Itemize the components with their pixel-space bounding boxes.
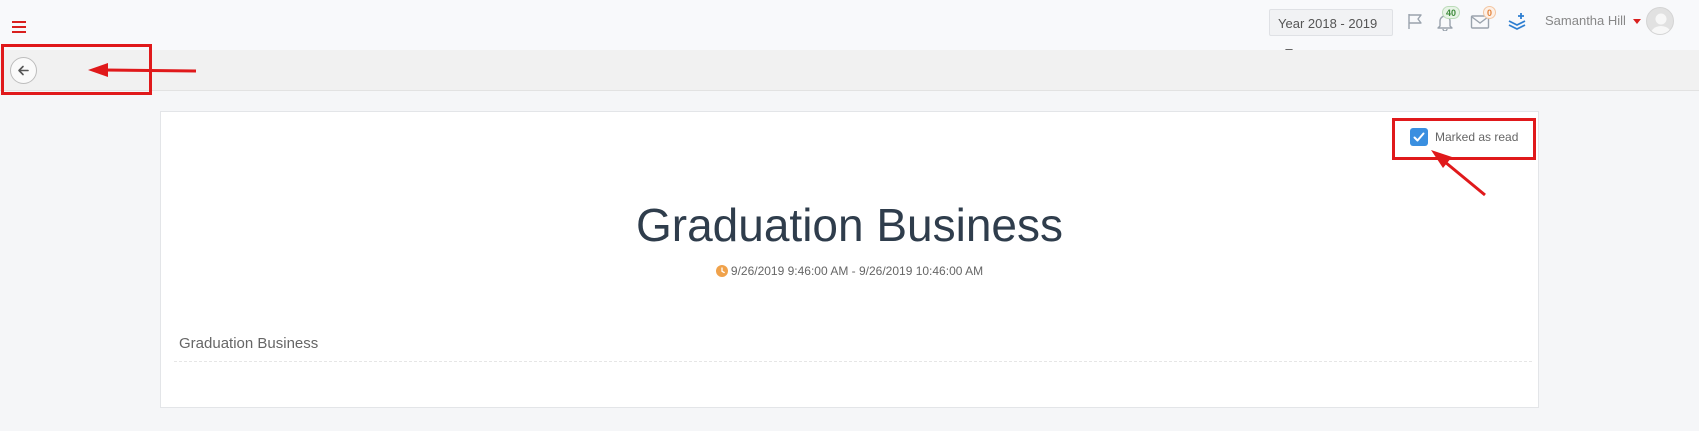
divider [174,361,1532,362]
event-datetime: 9/26/2019 9:46:00 AM - 9/26/2019 10:46:0… [160,264,1539,278]
clock-icon [715,265,728,277]
event-datetime-text: 9/26/2019 9:46:00 AM - 9/26/2019 10:46:0… [730,264,984,278]
event-title: Graduation Business [635,199,1064,251]
event-description: Graduation Business [179,335,319,352]
